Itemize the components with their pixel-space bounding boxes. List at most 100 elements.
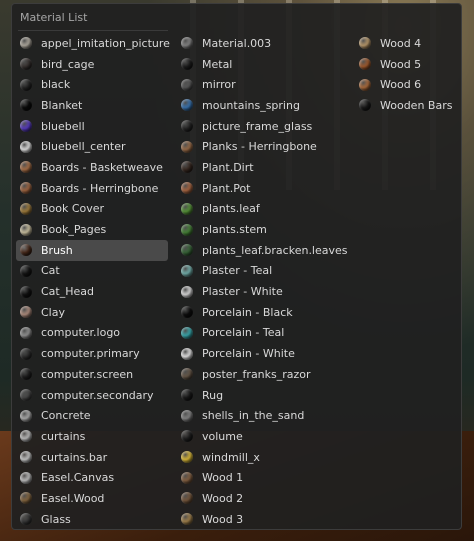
material-item[interactable]: computer.logo [16, 323, 168, 344]
material-column-3: Wood 4 Wood 5 Wood 6 Wooden Bars [355, 33, 457, 116]
material-item-label: Brush [41, 243, 73, 257]
material-item[interactable]: picture_frame_glass [177, 116, 349, 137]
material-item-label: Clay [41, 305, 65, 319]
material-item[interactable]: plants.stem [177, 219, 349, 240]
material-sphere-icon [20, 471, 32, 484]
material-item[interactable]: Wood 1 [177, 467, 349, 488]
material-item[interactable]: Brush [16, 239, 168, 261]
material-sphere-icon [359, 58, 371, 71]
material-item[interactable]: bluebell_center [16, 136, 168, 157]
material-sphere-icon [20, 223, 32, 236]
material-sphere-icon [20, 58, 32, 71]
material-item[interactable]: Glass [16, 509, 168, 530]
material-item-label: Concrete [41, 409, 91, 423]
material-item-label: Plant.Pot [202, 181, 251, 195]
material-item-label: Plaster - Teal [202, 264, 273, 278]
material-sphere-icon [20, 492, 32, 505]
material-item[interactable]: curtains [16, 426, 168, 447]
material-item[interactable]: Boards - Basketweave [16, 157, 168, 178]
material-item[interactable]: Blanket [16, 95, 168, 116]
material-item[interactable]: curtains.bar [16, 447, 168, 468]
material-sphere-icon [20, 264, 32, 277]
material-item-label: curtains.bar [41, 450, 108, 464]
material-item[interactable]: Boards - Herringbone [16, 178, 168, 199]
material-item[interactable]: bluebell [16, 116, 168, 137]
material-item[interactable]: mountains_spring [177, 95, 349, 116]
material-item[interactable]: Planks - Herringbone [177, 136, 349, 157]
material-item[interactable]: computer.secondary [16, 385, 168, 406]
material-item[interactable]: mirror [177, 74, 349, 95]
material-sphere-icon [181, 471, 193, 484]
material-sphere-icon [181, 58, 193, 71]
material-item-label: Porcelain - Black [202, 305, 293, 319]
material-sphere-icon [181, 78, 193, 91]
material-sphere-icon [20, 326, 32, 339]
material-sphere-icon [181, 285, 193, 298]
material-item[interactable]: Plaster - White [177, 281, 349, 302]
material-sphere-icon [20, 513, 32, 526]
material-item[interactable]: poster_franks_razor [177, 364, 349, 385]
material-item[interactable]: Porcelain - White [177, 343, 349, 364]
material-item[interactable]: Porcelain - Black [177, 302, 349, 323]
material-item[interactable]: Wooden Bars [355, 95, 457, 116]
material-item[interactable]: Plaster - Teal [177, 261, 349, 282]
material-item[interactable]: plants_leaf.bracken.leaves [177, 240, 349, 261]
material-item[interactable]: Book Cover [16, 199, 168, 220]
material-sphere-icon [20, 306, 32, 319]
material-sphere-icon [20, 78, 32, 91]
material-item[interactable]: Plant.Dirt [177, 157, 349, 178]
material-item-label: Wood 4 [380, 36, 422, 50]
material-sphere-icon [181, 37, 193, 50]
material-item[interactable]: plants.leaf [177, 199, 349, 220]
material-column-1: appel_imitation_picture bird_cage black Bla… [16, 33, 170, 530]
material-item-label: Wood 2 [202, 491, 244, 505]
material-item[interactable]: Plant.Pot [177, 178, 349, 199]
material-item-label: Plaster - White [202, 285, 283, 299]
material-item[interactable]: Wood 3 [177, 509, 349, 530]
material-item[interactable]: Cat_Head [16, 281, 168, 302]
material-item-label: plants.leaf [202, 202, 260, 216]
material-sphere-icon [20, 37, 32, 50]
material-item-label: Metal [202, 57, 233, 71]
material-item[interactable]: windmill_x [177, 447, 349, 468]
material-item[interactable]: appel_imitation_picture [16, 33, 170, 54]
material-sphere-icon [181, 120, 193, 133]
material-item[interactable]: Wood 5 [355, 54, 457, 75]
material-item[interactable]: black [16, 74, 168, 95]
material-item[interactable]: Easel.Wood [16, 488, 168, 509]
material-item-label: mirror [202, 78, 236, 92]
material-sphere-icon [181, 347, 193, 360]
material-sphere-icon [20, 161, 32, 174]
material-item[interactable]: Porcelain - Teal [177, 323, 349, 344]
material-item[interactable]: computer.primary [16, 343, 168, 364]
material-sphere-icon [181, 409, 193, 422]
material-item-label: computer.screen [41, 367, 134, 381]
material-item[interactable]: shells_in_the_sand [177, 405, 349, 426]
material-item-label: computer.secondary [41, 388, 154, 402]
material-sphere-icon [181, 161, 193, 174]
material-sphere-icon [359, 99, 371, 112]
material-item-label: Wood 6 [380, 78, 422, 92]
material-item[interactable]: Metal [177, 54, 349, 75]
material-item[interactable]: Easel.Canvas [16, 467, 168, 488]
material-item[interactable]: bird_cage [16, 54, 168, 75]
material-item[interactable]: Material.003 [177, 33, 349, 54]
material-item[interactable]: Book_Pages [16, 219, 168, 240]
material-item-label: bluebell [41, 119, 85, 133]
material-item[interactable]: Wood 6 [355, 74, 457, 95]
material-sphere-icon [181, 326, 193, 339]
material-item-label: Material.003 [202, 36, 272, 50]
material-sphere-icon [181, 182, 193, 195]
material-item[interactable]: computer.screen [16, 364, 168, 385]
material-item[interactable]: Clay [16, 302, 168, 323]
material-item[interactable]: Wood 2 [177, 488, 349, 509]
material-sphere-icon [20, 120, 32, 133]
material-item-label: shells_in_the_sand [202, 409, 305, 423]
material-item-label: Book_Pages [41, 223, 107, 237]
material-item[interactable]: volume [177, 426, 349, 447]
material-item[interactable]: Rug [177, 385, 349, 406]
material-item[interactable]: Cat [16, 261, 168, 282]
material-item[interactable]: Wood 4 [355, 33, 457, 54]
material-sphere-icon [359, 37, 371, 50]
material-item[interactable]: Concrete [16, 405, 168, 426]
